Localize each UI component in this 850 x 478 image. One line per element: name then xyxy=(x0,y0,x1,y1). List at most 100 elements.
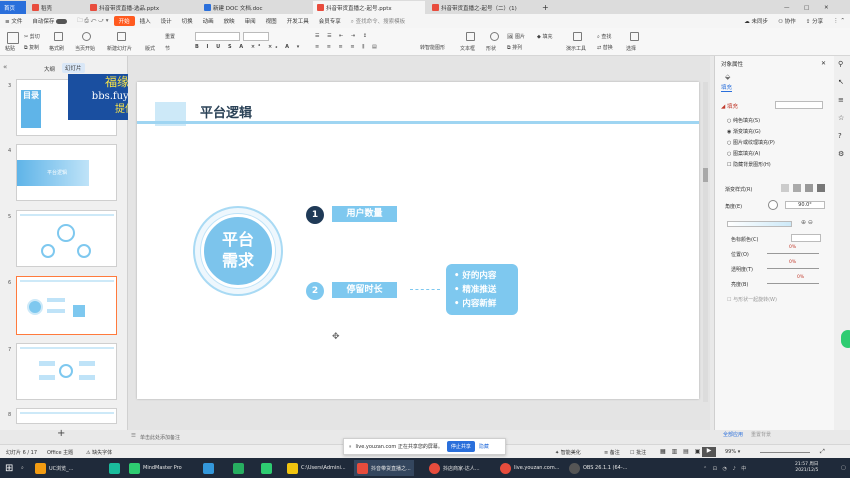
align-buttons[interactable]: ≡ ≡ ≡ ≡ ⫼ ▤ xyxy=(315,44,380,50)
gradient-rect-icon[interactable] xyxy=(805,184,813,192)
textbox-icon[interactable] xyxy=(466,32,475,41)
option-hide-bg[interactable]: ☐ 隐藏背景图形(H) xyxy=(727,161,771,168)
font-family-select[interactable] xyxy=(195,32,240,41)
menu-design[interactable]: 设计 xyxy=(156,17,177,25)
close-window-button[interactable]: ✕ xyxy=(820,1,833,14)
annotations-button[interactable]: ☐ 批注 xyxy=(630,449,646,456)
tab-file-active[interactable]: 抖音带货直播之-起号.pptx xyxy=(313,1,425,14)
replace-button[interactable]: ⇄ 替换 xyxy=(597,44,613,51)
clock[interactable]: 21:57 周日 2021/12/5 xyxy=(792,460,821,476)
tab-file-doc[interactable]: 新建 DOC 文档.doc xyxy=(200,1,267,14)
vertical-scrollbar[interactable] xyxy=(703,82,708,402)
position-slider[interactable] xyxy=(767,253,819,254)
menu-developer[interactable]: 开发工具 xyxy=(282,17,314,25)
slide-thumb-6-selected[interactable] xyxy=(16,276,117,335)
gradient-bar[interactable] xyxy=(727,221,792,227)
taskbar-app-wechat[interactable] xyxy=(258,460,275,476)
command-search[interactable]: ⌕ 查找命令、搜索模板 xyxy=(346,17,410,26)
format-painter-icon[interactable] xyxy=(54,32,63,41)
minimize-button[interactable]: — xyxy=(780,1,794,14)
fit-window-icon[interactable]: ⤢ xyxy=(820,448,825,456)
option-gradient[interactable]: ◉ 渐变填充(G) xyxy=(727,128,761,135)
floating-assistant-icon[interactable] xyxy=(841,330,850,348)
select-button[interactable]: 选择 xyxy=(626,45,636,52)
share-button[interactable]: ⇪ 分享 xyxy=(801,17,828,25)
slide-thumb-4[interactable]: 平台逻辑 xyxy=(16,144,117,201)
comments-button[interactable]: ≡ 备注 xyxy=(604,449,620,456)
new-slide-button[interactable]: 新建幻灯片 xyxy=(107,45,132,52)
tab-file-selection[interactable]: 抖音带货直播-选品.pptx xyxy=(86,1,163,14)
cursor-icon[interactable]: ↖ xyxy=(838,78,844,86)
slide-title[interactable]: 平台逻辑 xyxy=(200,102,252,121)
color-stop-select[interactable] xyxy=(791,234,821,242)
settings-icon[interactable]: ⚙ xyxy=(838,150,844,158)
text-format-buttons[interactable]: B I U S A ×² ×₂ A ▾ xyxy=(195,44,302,50)
option-pattern[interactable]: ○ 图案填充(A) xyxy=(727,150,760,157)
shape-icon[interactable] xyxy=(490,32,499,41)
list-buttons[interactable]: ☰ ☰ ⇤ ⇥ ↕ xyxy=(315,33,370,39)
add-stop-icon[interactable]: ⊕ ⊖ xyxy=(801,219,813,226)
star-icon[interactable]: ☆ xyxy=(838,114,844,122)
fill-color-select[interactable] xyxy=(775,101,823,109)
bullet-box[interactable]: • 好的内容 • 精准推送 • 内容新鲜 xyxy=(446,264,518,315)
taskbar-app-2[interactable] xyxy=(106,460,123,476)
hide-button[interactable]: 隐藏 xyxy=(479,443,489,450)
start-button[interactable]: ⊞ xyxy=(2,460,16,476)
menu-slideshow[interactable]: 放映 xyxy=(219,17,240,25)
slide-6[interactable]: 平台逻辑 平台 需求 1 用户数量 2 停留时长 • 好的内容 • 精准推送 •… xyxy=(137,82,699,399)
option-picture[interactable]: ○ 图片或纹理填充(P) xyxy=(727,139,775,146)
taskbar-app-wps[interactable]: 抖音带货直播之... xyxy=(354,460,414,476)
transparency-slider[interactable] xyxy=(767,268,819,269)
add-slide-button[interactable]: + xyxy=(57,428,65,439)
slide-thumb-7[interactable] xyxy=(16,343,117,400)
system-tray[interactable]: ⌃ ⊡ ◔ ♪ 中 xyxy=(700,460,751,476)
fill-section-header[interactable]: ◢ 填充 xyxy=(721,102,738,110)
menu-review[interactable]: 审阅 xyxy=(240,17,261,25)
add-tab-button[interactable]: + xyxy=(538,1,553,14)
layout-button[interactable]: 版式 xyxy=(145,45,155,52)
brightness-slider[interactable] xyxy=(767,283,819,284)
slide-thumb-5[interactable] xyxy=(16,210,117,267)
convert-smartart-button[interactable]: 转智能图形 xyxy=(420,44,445,51)
option-solid[interactable]: ○ 纯色填充(S) xyxy=(727,117,760,124)
format-painter-button[interactable]: 格式刷 xyxy=(49,45,64,52)
copy-button[interactable]: ⧉ 复制 xyxy=(24,44,39,51)
stop-sharing-button[interactable]: 停止共享 xyxy=(446,441,475,452)
taskbar-app-chrome1[interactable]: 抖店商家-达人... xyxy=(426,460,483,476)
font-size-select[interactable] xyxy=(243,32,269,41)
taskbar-app-mindmaster[interactable]: MindMaster Pro xyxy=(126,460,185,476)
section-button[interactable]: 节 xyxy=(165,45,170,52)
angle-dial[interactable] xyxy=(768,200,778,210)
gradient-path-icon[interactable] xyxy=(817,184,825,192)
more-icon[interactable]: ⋮ ⌃ xyxy=(828,18,850,24)
textbox-button[interactable]: 文本框 xyxy=(460,45,475,52)
gradient-radial-icon[interactable] xyxy=(793,184,801,192)
taskbar-app-explorer[interactable]: C:\Users\Admini... xyxy=(284,460,349,476)
menu-animation[interactable]: 动画 xyxy=(198,17,219,25)
help-icon[interactable]: ? xyxy=(838,132,842,140)
collapse-pane-icon[interactable]: « xyxy=(3,63,7,71)
pin-icon[interactable]: ⚲ xyxy=(838,60,843,68)
sync-status[interactable]: ☁ 未同步 xyxy=(739,17,773,25)
close-pane-icon[interactable]: ✕ xyxy=(821,60,826,67)
menu-view[interactable]: 视图 xyxy=(261,17,282,25)
sliders-icon[interactable]: ≡ xyxy=(838,96,844,104)
search-button[interactable]: ⌕ xyxy=(18,460,27,476)
tab-file-qihao2[interactable]: 抖音带货直播之-起号（二）(1) xyxy=(428,1,521,14)
tab-docer[interactable]: 稻壳 xyxy=(28,1,56,14)
angle-input[interactable]: 90.0° xyxy=(785,201,825,209)
rotate-with-shape-checkbox[interactable]: ☐ 与形状一起旋转(W) xyxy=(727,296,777,303)
zoom-select[interactable]: 99% ▾ xyxy=(725,449,740,455)
slides-tool-button[interactable]: 演示工具 xyxy=(566,45,586,52)
item2-label-box[interactable]: 停留时长 xyxy=(332,282,397,298)
menu-insert[interactable]: 插入 xyxy=(135,17,156,25)
taskbar-app-uc[interactable]: UC浏览_... xyxy=(32,460,76,476)
slide-thumb-8[interactable] xyxy=(16,408,117,424)
taskbar-app-5[interactable] xyxy=(230,460,247,476)
picture-button[interactable]: 🖼 图片 xyxy=(507,33,525,40)
arrange-button[interactable]: ⧉ 排列 xyxy=(507,44,522,51)
maximize-button[interactable]: □ xyxy=(800,1,813,14)
select-icon[interactable] xyxy=(630,32,639,41)
menu-start[interactable]: 开始 xyxy=(113,16,135,26)
from-current-button[interactable]: 当页开始 xyxy=(75,45,95,52)
